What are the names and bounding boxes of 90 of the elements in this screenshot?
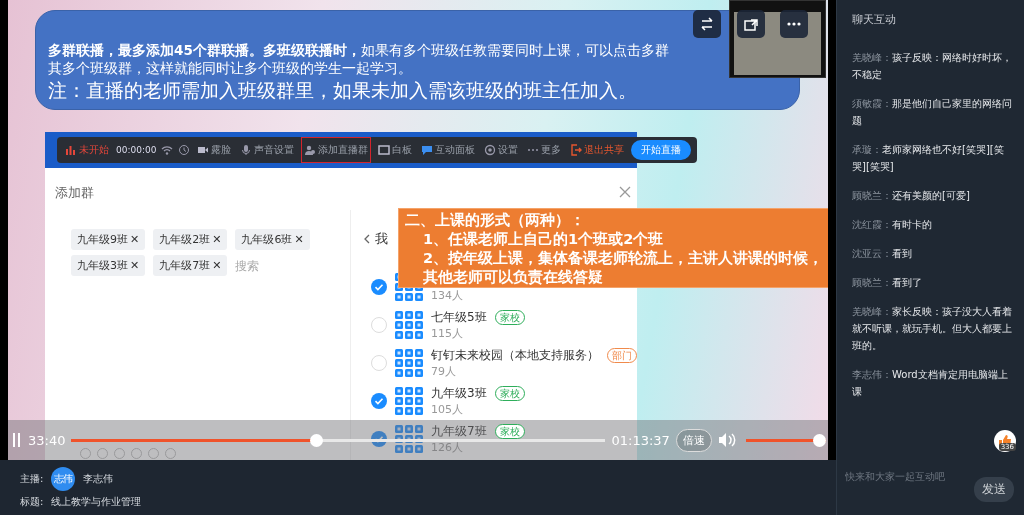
chat-message: 沈红霞：有时卡的	[852, 218, 933, 232]
host-avatar: 志伟	[51, 466, 76, 491]
whiteboard-icon	[378, 144, 391, 156]
chat-message: 李志伟：Word文档肯定用电脑端上课	[852, 368, 1009, 399]
volume-icon[interactable]	[717, 432, 736, 448]
people-icon	[304, 144, 317, 156]
chat-message: 顾晓兰：还有美颜的[可爱]	[852, 189, 971, 203]
group-checkbox[interactable]	[371, 317, 387, 333]
group-tag: 家校	[494, 385, 525, 401]
member-count: 134人	[431, 288, 463, 303]
chat-message: 顾晓兰：看到了	[852, 276, 923, 290]
lecture-title: 线上教学与作业管理	[51, 494, 142, 509]
overlay-button[interactable]	[737, 10, 765, 38]
status-indicator: 未开始	[63, 140, 111, 160]
bar-chart-icon	[65, 144, 77, 156]
toolbar-button[interactable]: 白板	[376, 140, 415, 160]
note-text: 2、按年级上课，集体备课老师轮流上，主讲人讲课的时候，其他老师可以负责在线答疑	[422, 249, 824, 287]
group-checkbox[interactable]	[371, 355, 387, 371]
chip-label: 九年级7班	[159, 258, 211, 273]
share-screen-icon	[743, 16, 759, 32]
microphone-icon	[240, 144, 253, 156]
member-count: 105人	[431, 402, 464, 417]
host-label: 主播:	[20, 471, 44, 486]
group-checkbox[interactable]	[371, 431, 387, 447]
note-title: 二、上课的形式（两种）：	[405, 211, 586, 230]
toolbar-button[interactable]: 声音设置	[238, 140, 297, 160]
overlay-button[interactable]	[693, 10, 721, 38]
swap-icon	[699, 16, 715, 32]
settings-icon	[484, 144, 497, 156]
group-name: 九年级7班	[431, 422, 487, 440]
speed-button[interactable]: 倍速	[675, 428, 712, 452]
chat-message: 羌晓峰：孩子反映：网络时好时坏，不稳定	[852, 51, 1013, 82]
callout-text: 多群联播，最多添加45个群联播。多班级联播时，如果有多个班级任教需要同时上课，可以点击多群	[48, 41, 670, 59]
start-live-button[interactable]: 开始直播	[631, 140, 692, 160]
toolbar-button[interactable]: 更多	[525, 140, 564, 160]
exit-icon	[570, 144, 583, 156]
back-chevron-icon[interactable]	[363, 234, 371, 244]
remove-button[interactable]: ✕	[212, 259, 222, 272]
remove-button[interactable]: ✕	[294, 233, 304, 246]
group-tag: 部门	[607, 347, 637, 363]
host-name: 李志伟	[83, 471, 114, 486]
title-label: 标题:	[20, 494, 44, 509]
chip-label: 九年级3班	[77, 258, 128, 273]
toolbar-button[interactable]: 露脸	[195, 140, 234, 160]
group-tag: 家校	[494, 309, 525, 325]
group-avatar-icon	[394, 424, 424, 454]
clock-icon	[178, 144, 191, 156]
group-avatar-icon	[394, 310, 424, 340]
chat-message: 羌晓峰：家长反映：孩子没大人看着就不听课，就玩手机。但大人都要上班的。	[852, 305, 1013, 353]
remove-button[interactable]: ✕	[212, 233, 222, 246]
dialog-title: 添加群	[55, 184, 94, 202]
group-name: 七年级5班	[431, 308, 487, 326]
group-name: 九年级3班	[431, 384, 487, 402]
chat-bubble-icon	[421, 144, 434, 156]
signal-icon	[161, 144, 174, 156]
close-icon[interactable]	[619, 186, 631, 198]
elapsed-time: 33:40	[28, 432, 66, 448]
group-avatar-icon	[394, 386, 424, 416]
breadcrumb-label[interactable]: 我	[375, 230, 388, 248]
chip-label: 九年级2班	[159, 232, 211, 247]
toolbar-button[interactable]: 设置	[482, 140, 521, 160]
group-checkbox[interactable]	[371, 279, 387, 295]
remove-button[interactable]: ✕	[130, 259, 140, 272]
toolbar-button[interactable]: 退出共享	[568, 140, 627, 160]
send-button[interactable]: 发送	[974, 477, 1014, 502]
group-checkbox[interactable]	[371, 393, 387, 409]
camera-icon	[197, 144, 210, 156]
callout-text: 其多个班级群，这样就能同时让多个班级的学生一起学习。	[48, 59, 413, 77]
chip-label: 九年级9班	[77, 232, 128, 247]
note-text: 1、任课老师上自己的1个班或2个班	[422, 230, 665, 249]
group-avatar-icon	[394, 348, 424, 378]
timer-text: 00:00:00	[116, 145, 157, 155]
group-name: 钉钉未来校园（本地支持服务）	[431, 346, 599, 364]
chip-label: 九年级6班	[241, 232, 293, 247]
chat-message: 须敏霞：那是他们自己家里的网络问题	[852, 97, 1013, 128]
like-button[interactable]	[994, 430, 1016, 452]
member-count: 79人	[431, 364, 457, 379]
duration-time: 01:13:37	[611, 432, 670, 448]
callout-note: 注：直播的老师需加入班级群里，如果未加入需该班级的班主任加入。	[48, 78, 638, 103]
pause-icon[interactable]	[12, 432, 22, 448]
volume-handle[interactable]	[812, 433, 826, 447]
remove-button[interactable]: ✕	[130, 233, 140, 246]
search-field[interactable]: 搜索	[235, 255, 286, 276]
panel-title: 聊天互动	[852, 12, 897, 27]
toolbar-button[interactable]: 添加直播群	[301, 137, 372, 163]
toolbar-button[interactable]: 互动面板	[419, 140, 478, 160]
chat-message: 沈亚云：看到	[852, 247, 913, 261]
group-tag: 家校	[494, 423, 525, 439]
member-count: 115人	[431, 326, 464, 341]
chat-message: 承璇：老师家网络也不好[笑哭][笑哭][笑哭]	[852, 143, 1005, 174]
